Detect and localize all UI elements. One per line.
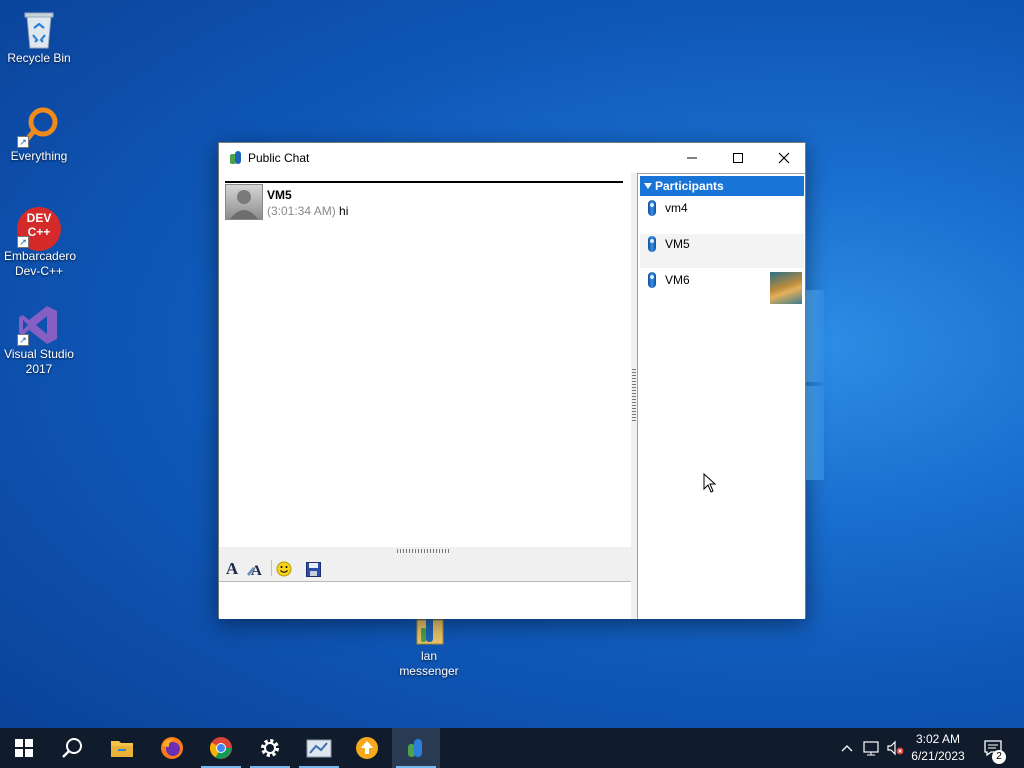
desktop-icon-everything[interactable]: ↗ Everything: [1, 106, 77, 164]
start-icon: [15, 739, 33, 757]
shortcut-arrow-icon: ↗: [17, 136, 29, 148]
participant-item[interactable]: VM5: [640, 234, 804, 268]
save-button[interactable]: [303, 559, 323, 579]
participant-item[interactable]: vm4: [640, 198, 804, 232]
recycle-bin-icon: [19, 8, 59, 49]
font-color-icon: A: [247, 563, 262, 577]
participant-name: vm4: [665, 201, 688, 215]
clock[interactable]: 3:02 AM 6/21/2023: [906, 731, 970, 765]
taskbar-settings[interactable]: [246, 728, 294, 768]
chat-divider: [225, 181, 623, 183]
desktop-icon-recycle-bin[interactable]: Recycle Bin: [1, 8, 77, 66]
close-button[interactable]: [761, 143, 807, 173]
participants-panel: Participants vm4 VM5 VM6: [637, 173, 805, 619]
participant-item[interactable]: VM6: [640, 270, 804, 304]
participant-name: VM5: [665, 237, 690, 251]
app-icon: [306, 739, 332, 758]
network-button[interactable]: [860, 728, 882, 768]
close-icon: [778, 152, 790, 164]
desktop-icon-devcpp[interactable]: DEV C++ ↗ Embarcadero Dev-C++: [1, 206, 77, 279]
horizontal-splitter[interactable]: [219, 547, 631, 555]
chrome-icon: [210, 737, 232, 759]
save-icon: [305, 561, 321, 577]
mouse-cursor-icon: [703, 473, 717, 493]
upload-app-icon: [356, 737, 378, 759]
network-icon: [863, 741, 879, 756]
message-input[interactable]: [219, 582, 631, 619]
maximize-icon: [733, 153, 743, 163]
taskbar-chrome[interactable]: [197, 728, 245, 768]
search-icon: [62, 738, 82, 758]
desktop-icon-label: Recycle Bin: [7, 51, 71, 65]
participants-header-label: Participants: [655, 179, 724, 193]
start-button[interactable]: [0, 728, 48, 768]
message-time: (3:01:34 AM): [267, 204, 336, 218]
font-icon: A: [225, 559, 239, 578]
chat-history[interactable]: VM5 (3:01:34 AM) hi: [219, 173, 631, 547]
taskbar-file-explorer[interactable]: [98, 728, 146, 768]
message-sender: VM5: [267, 188, 292, 202]
taskbar-upload-app[interactable]: [343, 728, 391, 768]
desktop-icon-label: lan messenger: [399, 649, 459, 678]
maximize-button[interactable]: [715, 143, 761, 173]
show-hidden-icons-button[interactable]: [838, 728, 856, 768]
desktop-icon-label: Embarcadero Dev-C++: [4, 249, 77, 278]
desktop-icon-visual-studio[interactable]: ↗ Visual Studio 2017: [1, 304, 77, 377]
user-status-icon: [648, 200, 656, 216]
message-text: hi: [339, 204, 349, 218]
devcpp-icon: DEV C++ ↗: [17, 206, 61, 251]
clock-date: 6/21/2023: [911, 749, 965, 763]
devcpp-logo-text: DEV C++: [26, 211, 52, 239]
visual-studio-icon: ↗: [17, 304, 59, 346]
collapse-triangle-icon: [644, 183, 652, 189]
shortcut-arrow-icon: ↗: [17, 334, 29, 346]
clock-time: 3:02 AM: [915, 732, 961, 746]
lan-messenger-app-icon: [228, 150, 244, 166]
participant-avatar: [770, 272, 802, 304]
avatar: [225, 184, 263, 220]
volume-button[interactable]: [884, 728, 906, 768]
minimize-icon: [687, 157, 697, 159]
minimize-button[interactable]: [669, 143, 715, 173]
format-toolbar: A A: [219, 555, 631, 582]
notification-count-badge: 2: [992, 750, 1006, 764]
chat-message: VM5 (3:01:34 AM) hi: [225, 184, 605, 224]
settings-icon: [261, 739, 279, 757]
user-status-icon: [648, 272, 656, 288]
wallpaper-logo: [806, 290, 824, 480]
toolbar-separator: [271, 560, 272, 576]
emoticon-button[interactable]: [274, 559, 294, 579]
window-title: Public Chat: [248, 151, 310, 165]
desktop-icon-lan-messenger[interactable]: lan messenger: [391, 616, 467, 679]
participants-header[interactable]: Participants: [640, 176, 804, 196]
desktop-icon-label: Visual Studio 2017: [4, 347, 74, 376]
taskbar-app[interactable]: [295, 728, 343, 768]
font-button[interactable]: A: [222, 559, 242, 579]
desktop-icon-label: Everything: [10, 149, 68, 163]
search-button[interactable]: [48, 728, 96, 768]
title-bar[interactable]: Public Chat: [219, 143, 805, 173]
smiley-icon: [276, 561, 292, 577]
splitter-grip: [632, 369, 636, 423]
user-status-icon: [648, 236, 656, 252]
lan-messenger-icon: [408, 739, 422, 757]
chevron-up-icon: [841, 745, 853, 752]
lan-messenger-icon: [413, 616, 445, 646]
taskbar: 3:02 AM 6/21/2023: [0, 728, 1024, 768]
taskbar-firefox[interactable]: [148, 728, 196, 768]
magnifier-icon: ↗: [17, 106, 59, 148]
volume-muted-icon: [887, 740, 904, 756]
file-explorer-icon: [111, 741, 133, 757]
splitter-grip: [397, 549, 451, 553]
shortcut-arrow-icon: ↗: [17, 236, 29, 248]
taskbar-lan-messenger[interactable]: [392, 728, 440, 768]
participant-name: VM6: [665, 273, 690, 287]
firefox-icon: [161, 737, 183, 759]
font-color-button[interactable]: A: [245, 559, 265, 579]
public-chat-window: Public Chat VM5 (3:01:34 AM) hi A A Part…: [218, 142, 806, 619]
